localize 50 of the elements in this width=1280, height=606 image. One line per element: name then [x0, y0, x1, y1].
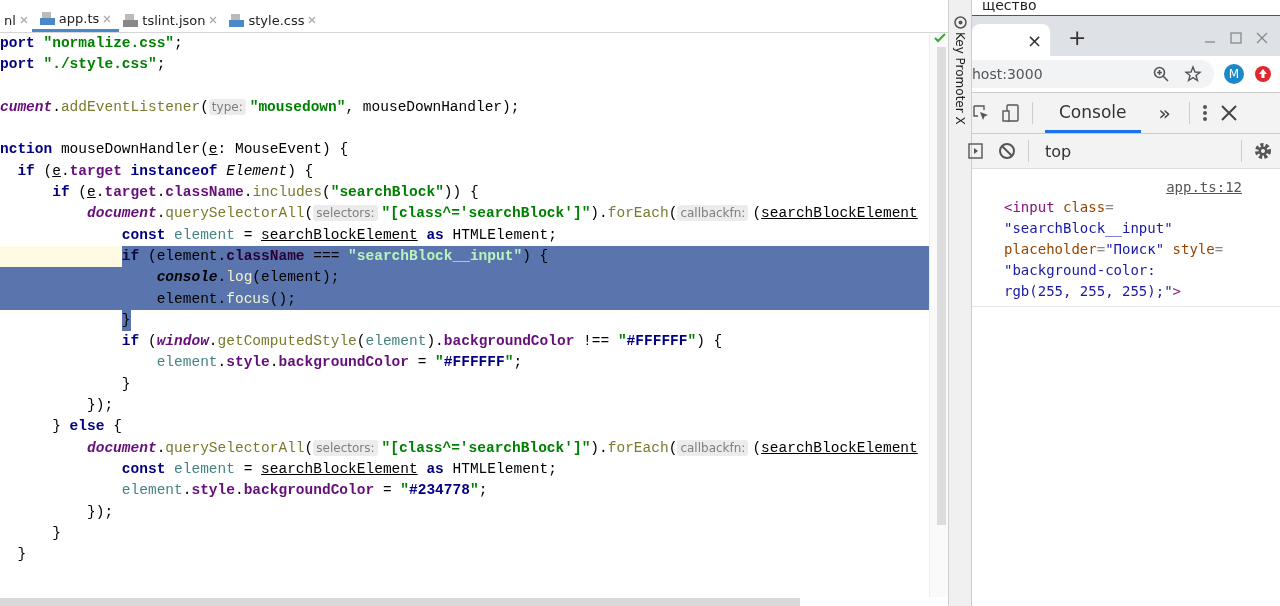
new-tab-button[interactable]: + — [1062, 24, 1093, 51]
menu-icon[interactable] — [1201, 104, 1208, 122]
code-line: port "normalize.css"; — [0, 34, 184, 53]
check-icon — [934, 33, 946, 43]
code-line: document.querySelectorAll( selectors: "[class^='searchBlock']").forEach( callbackfn: (searchBlockElement — [86, 204, 919, 224]
browser-tab[interactable]: × — [972, 24, 1050, 56]
code-line: document.querySelectorAll( selectors: "[class^='searchBlock']").forEach( callbackfn: (searchBlockElement — [86, 438, 919, 458]
close-icon[interactable] — [1219, 104, 1238, 122]
code-line: if (window.getComputedStyle(element).backgroundColor !== "#FFFFFF") { — [120, 332, 724, 352]
console-output-line: "background-color: — [1004, 261, 1157, 280]
close-tab-button[interactable]: × — [1026, 29, 1042, 51]
star-icon[interactable] — [1184, 65, 1202, 83]
code-line: element.style.backgroundColor = "#FFFFFF"; — [155, 353, 524, 373]
zoom-icon[interactable] — [1152, 65, 1170, 83]
file-icon — [39, 12, 55, 25]
code-line: nction mouseDownHandler(e: MouseEvent) { — [0, 140, 350, 160]
code-line: } — [51, 523, 62, 543]
code-line: }); — [86, 502, 115, 522]
code-line: cument.addEventListener( type: "mousedown", mouseDownHandler); — [0, 97, 521, 117]
inspect-icon[interactable] — [972, 104, 990, 122]
file-icon — [229, 13, 245, 27]
settings-icon[interactable] — [1254, 142, 1272, 160]
extension-icon[interactable] — [1254, 65, 1272, 83]
code-line: } — [16, 545, 28, 565]
clear-console-icon[interactable] — [998, 142, 1016, 160]
code-line: if (e.target instanceof Element) { — [16, 161, 315, 181]
code-line: } — [120, 374, 132, 394]
tool-window-tab[interactable]: Key Promoter X — [953, 32, 967, 125]
code-line: } — [0, 309, 930, 332]
sidebar-icon[interactable] — [968, 142, 986, 160]
console-output-line: rgb(255, 255, 255);"> — [1004, 282, 1182, 301]
code-line: const element = searchBlockElement as HTMLElement; — [120, 459, 558, 479]
background-text: щество — [982, 0, 1037, 13]
code-line: const element = searchBlockElement as HTMLElement; — [120, 225, 558, 245]
device-icon[interactable] — [1002, 104, 1020, 122]
console-output-line: "searchBlock__input" — [1004, 219, 1174, 239]
address-bar[interactable]: host:3000 — [972, 60, 1214, 88]
console-output-line: <input class= — [1004, 198, 1115, 217]
code-line: element.style.backgroundColor = "#234778"; — [120, 481, 489, 501]
console-output-line: placeholder="Поиск" style= — [1004, 240, 1225, 259]
scrollbar[interactable] — [929, 33, 948, 597]
code-line: } else { — [51, 417, 123, 437]
code-line: port "./style.css"; — [0, 55, 167, 75]
source-link[interactable]: app.ts:12 — [1004, 179, 1280, 195]
scrollbar[interactable] — [0, 598, 800, 606]
profile-avatar[interactable]: M — [1224, 64, 1244, 84]
more-tabs-button[interactable]: » — [1152, 100, 1177, 126]
code-line: }); — [86, 396, 115, 416]
file-icon — [123, 13, 139, 27]
code-line: if (e.target.className.includes("searchBlock")) { — [51, 183, 480, 203]
